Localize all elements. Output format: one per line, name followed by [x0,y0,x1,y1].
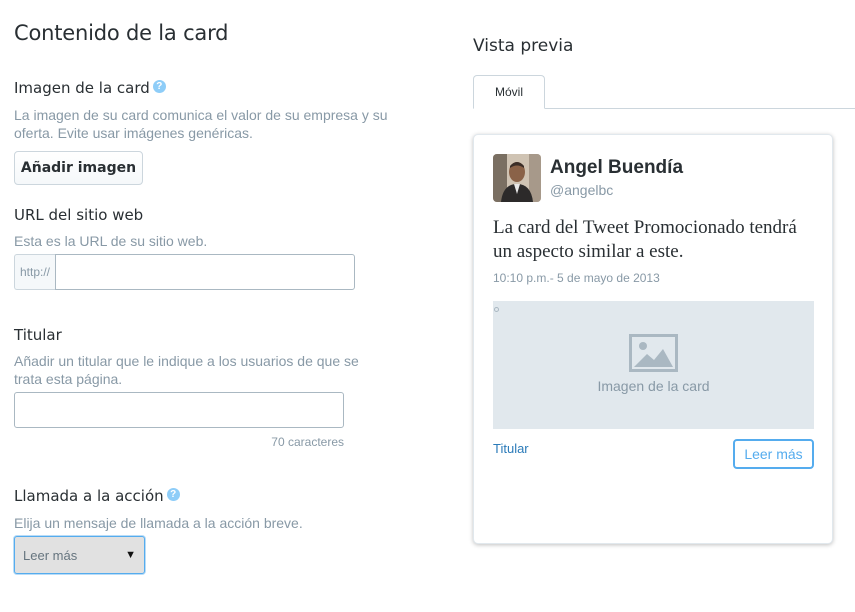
placeholder-dot [494,307,499,312]
cta-field-label: Llamada a la acción? [14,487,180,505]
headline-description: Añadir un titular que le indique a los u… [14,353,359,387]
image-placeholder-label: Imagen de la card [597,378,710,394]
character-counter: 70 caracteres [271,435,344,449]
author-handle: @angelbc [550,182,614,198]
help-question-icon[interactable]: ? [152,80,166,93]
preview-heading: Vista previa [473,36,574,56]
caret-down-icon: ▼ [125,549,136,561]
url-input[interactable] [55,254,355,290]
image-description: La imagen de su card comunica el valor d… [14,107,388,141]
cta-select[interactable]: Leer más ▼ [14,536,145,574]
image-label-text: Imagen de la card [14,79,150,97]
headline-field-label: Titular [14,326,62,344]
url-input-group: http:// [14,254,355,290]
form-heading: Contenido de la card [14,21,229,45]
add-image-button[interactable]: Añadir imagen [14,151,143,185]
author-name: Angel Buendía [550,157,684,178]
card-headline-link[interactable]: Titular [493,441,529,456]
url-description: Esta es la URL de su sitio web. [14,233,208,249]
url-prefix: http:// [14,254,55,290]
tweet-timestamp: 10:10 p.m.- 5 de mayo de 2013 [493,271,660,285]
cta-selected-value: Leer más [23,547,78,563]
image-icon [629,334,678,372]
avatar [493,154,541,202]
tab-mobile[interactable]: Móvil [473,75,545,109]
headline-input[interactable] [14,392,344,428]
url-field-label: URL del sitio web [14,206,144,224]
tweet-card-preview: Angel Buendía @angelbc La card del Tweet… [473,134,833,544]
tweet-text: La card del Tweet Promocionado tendrá un… [493,217,797,262]
image-field-label: Imagen de la card? [14,79,166,97]
help-question-icon[interactable]: ? [166,488,180,501]
read-more-button[interactable]: Leer más [733,439,814,469]
card-image-placeholder: Imagen de la card [493,301,814,429]
cta-label-text: Llamada a la acción [14,487,164,505]
cta-description: Elija un mensaje de llamada a la acción … [14,515,303,531]
